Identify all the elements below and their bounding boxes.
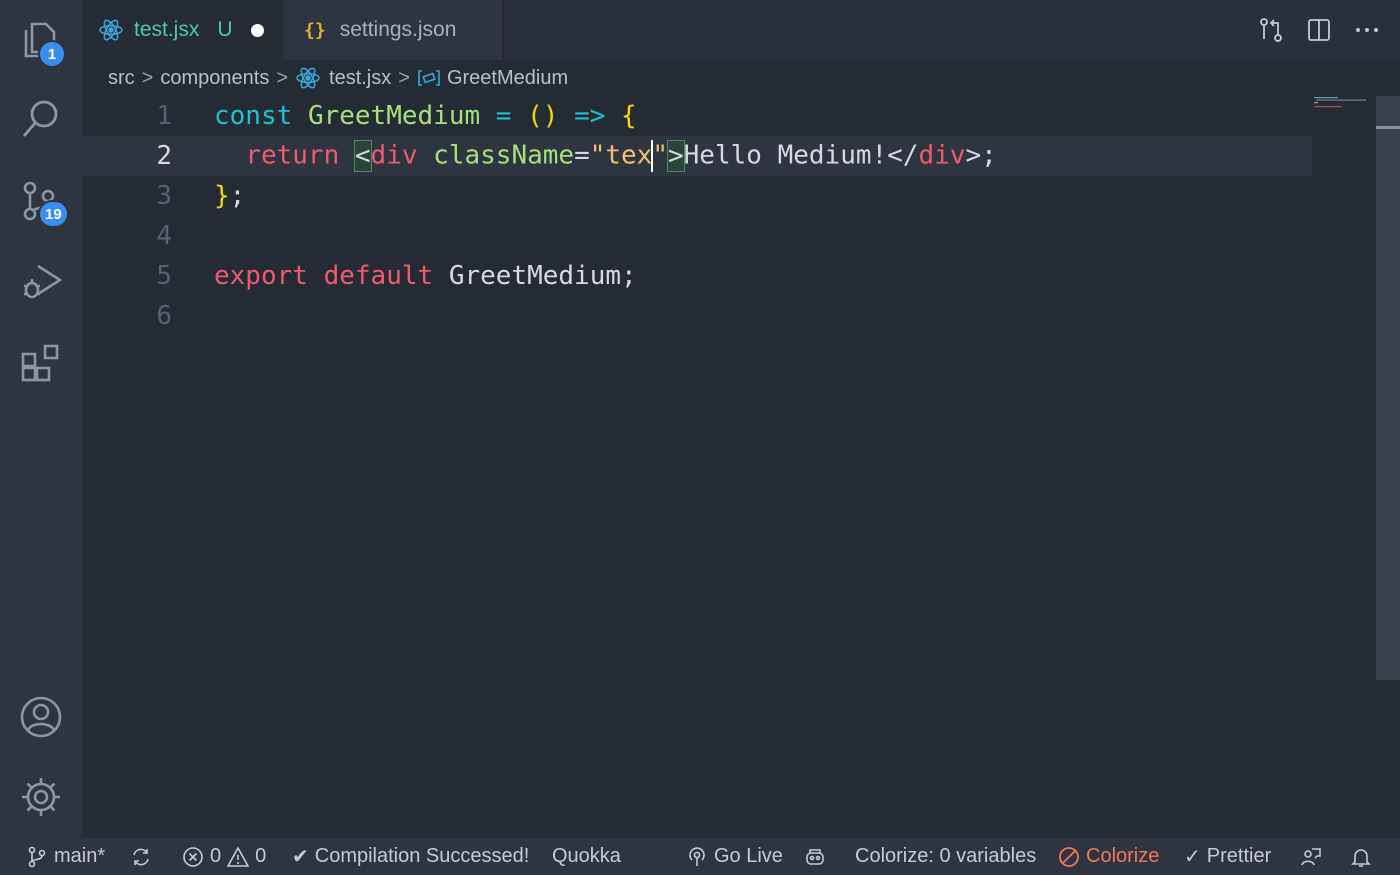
- warning-icon: [227, 845, 250, 867]
- quokka-status[interactable]: Quokka: [552, 838, 621, 875]
- tab-bar: test.jsx U {} settings.json: [82, 0, 1400, 60]
- tab-label: test.jsx: [134, 18, 200, 41]
- more-actions-icon[interactable]: [1354, 17, 1380, 43]
- activity-bar: 1 19: [0, 0, 82, 838]
- unsaved-dot-icon[interactable]: [250, 23, 264, 37]
- tab-label: settings.json: [339, 18, 457, 41]
- broadcast-icon: [689, 846, 705, 866]
- line-number: 3: [156, 181, 172, 211]
- breadcrumb-item-components[interactable]: components: [160, 67, 269, 90]
- breadcrumb: src > components > test.jsx > GreetMediu…: [108, 60, 568, 96]
- colorize-label: Colorize: [1086, 845, 1160, 867]
- compilation-status[interactable]: ✔ Compilation Successed!: [292, 838, 529, 875]
- breadcrumb-item-symbol[interactable]: GreetMedium: [447, 67, 568, 90]
- scrollbar-cursor-marker: [1376, 126, 1400, 129]
- code-text: const GreetMedium = () => {: [214, 101, 637, 131]
- json-icon: {}: [304, 19, 326, 41]
- error-icon: [183, 846, 203, 867]
- line-number: 1: [156, 101, 172, 131]
- line-number: 4: [156, 221, 172, 251]
- code-line: 3 };: [82, 176, 1312, 216]
- search-button[interactable]: [16, 94, 66, 144]
- copilot-icon: [806, 848, 824, 865]
- chevron-right-icon: >: [276, 66, 289, 89]
- quokka-label: Quokka: [552, 845, 621, 867]
- manage-button[interactable]: [16, 772, 66, 822]
- code-line: 1 const GreetMedium = () => {: [82, 96, 1312, 136]
- git-branch-icon: [28, 846, 46, 867]
- compilation-message: Compilation Successed!: [314, 845, 530, 867]
- code-text: return <div className="tex">Hello Medium…: [245, 139, 997, 172]
- code-line: 6: [82, 296, 1312, 336]
- warning-count: 0: [255, 845, 267, 867]
- sync-button[interactable]: [130, 838, 152, 875]
- sync-icon: [133, 848, 149, 865]
- colorize-variables-label: Colorize: 0 variables: [855, 845, 1037, 867]
- problems-status[interactable]: 0 0: [182, 838, 266, 875]
- feedback-button[interactable]: [1300, 838, 1322, 875]
- colorize-variables-status[interactable]: Colorize: 0 variables: [855, 838, 1036, 875]
- code-editor[interactable]: 1 const GreetMedium = () => { 2 return <…: [82, 96, 1376, 838]
- breadcrumb-item-file[interactable]: test.jsx: [329, 67, 391, 90]
- status-bar: main* 0 0 ✔ Compilation Successed! Quokk…: [0, 838, 1400, 875]
- compare-changes-icon[interactable]: [1258, 17, 1284, 43]
- extensions-icon: [21, 344, 59, 382]
- react-icon: [296, 67, 320, 89]
- run-debug-button[interactable]: [16, 256, 66, 306]
- tab-test-jsx[interactable]: test.jsx U: [82, 0, 282, 60]
- git-status-badge: U: [217, 18, 233, 41]
- error-count: 0: [210, 845, 222, 867]
- check-icon: ✓: [1184, 846, 1201, 868]
- gear-icon: [22, 778, 60, 816]
- prettier-label: Prettier: [1206, 845, 1272, 867]
- copilot-button[interactable]: [804, 838, 826, 875]
- account-icon: [20, 696, 62, 738]
- prohibited-icon: [1059, 846, 1079, 867]
- bell-icon: [1351, 848, 1371, 867]
- line-number: 2: [156, 141, 172, 171]
- branch-name: main*: [54, 845, 106, 867]
- notifications-button[interactable]: [1350, 838, 1372, 875]
- check-icon: ✔: [292, 846, 309, 868]
- minimap[interactable]: [1314, 96, 1376, 108]
- code-text: export default GreetMedium;: [214, 261, 637, 291]
- tab-settings-json[interactable]: {} settings.json: [284, 0, 504, 60]
- explorer-button[interactable]: 1: [16, 14, 66, 68]
- feedback-icon: [1301, 847, 1321, 865]
- code-text: };: [214, 181, 246, 211]
- search-icon: [22, 100, 58, 137]
- extensions-button[interactable]: [16, 338, 66, 388]
- react-icon: [99, 19, 123, 41]
- split-editor-icon[interactable]: [1306, 17, 1332, 43]
- source-control-badge: 19: [38, 200, 69, 228]
- prettier-button[interactable]: ✓ Prettier: [1184, 838, 1271, 875]
- vertical-scrollbar[interactable]: [1376, 96, 1400, 680]
- branch-status[interactable]: main*: [26, 838, 105, 875]
- source-control-button[interactable]: 19: [16, 176, 69, 228]
- breadcrumb-item-src[interactable]: src: [108, 67, 135, 90]
- chevron-right-icon: >: [398, 66, 410, 89]
- editor-actions: [1258, 0, 1380, 60]
- accounts-button[interactable]: [16, 692, 66, 742]
- colorize-button[interactable]: Colorize: [1058, 838, 1159, 875]
- code-line: 4: [82, 216, 1312, 256]
- line-number: 5: [156, 261, 172, 291]
- symbol-variable-icon: [418, 70, 440, 86]
- explorer-badge: 1: [38, 40, 66, 68]
- go-live-button[interactable]: Go Live: [686, 838, 783, 875]
- run-debug-icon: [24, 264, 63, 299]
- code-line: 5 export default GreetMedium;: [82, 256, 1312, 296]
- code-line-current: 2 return <div className="tex">Hello Medi…: [82, 136, 1312, 176]
- line-number: 6: [156, 301, 172, 331]
- chevron-right-icon: >: [141, 66, 154, 89]
- go-live-label: Go Live: [714, 845, 783, 867]
